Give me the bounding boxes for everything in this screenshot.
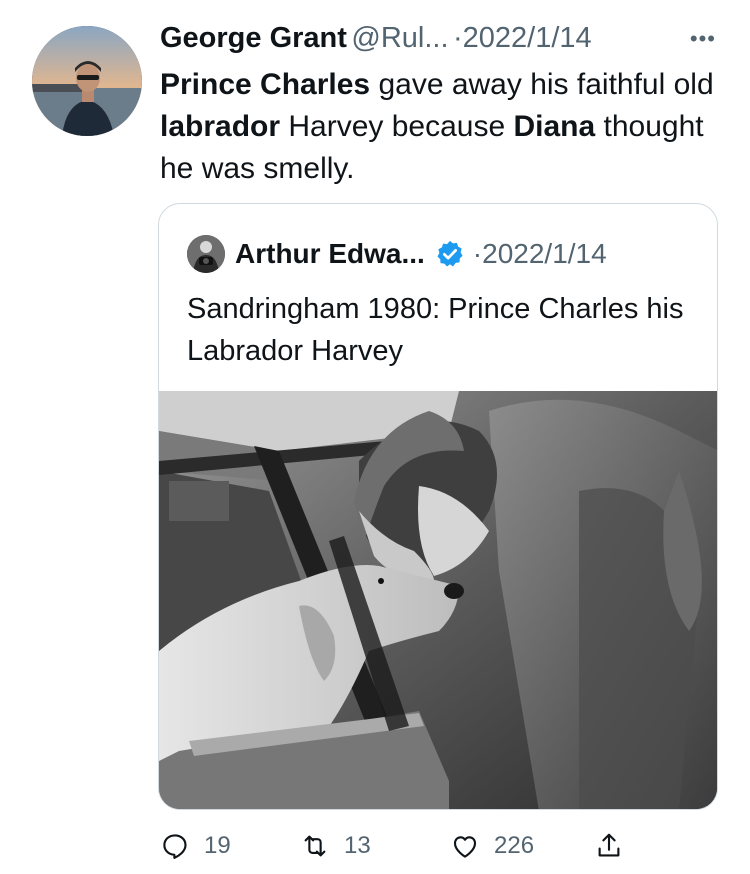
like-button[interactable]: 226 <box>450 826 534 866</box>
quoted-tweet-text: Sandringham 1980: Prince Charles his Lab… <box>187 293 684 367</box>
heart-icon <box>453 836 477 858</box>
author-avatar[interactable] <box>32 26 142 136</box>
tweet-text-part: gave away his faithful old <box>370 68 714 101</box>
separator-dot: · <box>472 238 483 269</box>
quoted-tweet[interactable]: Arthur Edwa... · 2022/1/14 Sandringham 19… <box>158 203 718 810</box>
quoted-author-name[interactable]: Arthur Edwa... <box>235 238 425 270</box>
tweet: George Grant @Rul... ·2022/1/14 ••• Prin… <box>0 0 750 874</box>
reply-icon <box>163 834 187 859</box>
separator-dot: · <box>452 22 463 54</box>
retweet-icon <box>304 835 326 857</box>
verified-badge-icon <box>437 240 463 267</box>
retweet-count: 13 <box>344 832 371 859</box>
quoted-tweet-photo[interactable] <box>159 391 717 809</box>
quoted-author-avatar[interactable] <box>187 235 225 273</box>
tweet-date[interactable]: 2022/1/14 <box>463 22 592 54</box>
black-and-white-photo <box>159 391 717 809</box>
tweet-text-part: Harvey because <box>280 110 514 143</box>
tweet-text: Prince Charles gave away his faithful ol… <box>160 64 740 190</box>
retweet-button[interactable]: 13 <box>300 826 371 866</box>
quoted-tweet-header: Arthur Edwa... · 2022/1/14 <box>187 232 607 276</box>
share-icon <box>598 833 620 857</box>
author-avatar-image <box>32 26 142 136</box>
like-count: 226 <box>494 832 535 859</box>
author-handle[interactable]: @Rul... <box>351 22 448 54</box>
author-name[interactable]: George Grant <box>160 22 347 54</box>
tweet-actions: 19 13 226 <box>160 826 650 866</box>
reply-count: 19 <box>204 832 231 859</box>
tweet-header: George Grant @Rul... ·2022/1/14 ••• <box>160 22 720 62</box>
tweet-text-part: labrador <box>160 110 281 143</box>
share-button[interactable] <box>594 826 624 866</box>
reply-button[interactable]: 19 <box>160 826 231 866</box>
more-horizontal-icon[interactable]: ••• <box>690 26 716 52</box>
quoted-author-avatar-image <box>187 235 225 273</box>
tweet-text-part: Prince Charles <box>160 68 371 101</box>
quoted-tweet-date[interactable]: 2022/1/14 <box>482 238 607 270</box>
tweet-text-part: Diana <box>513 110 596 143</box>
